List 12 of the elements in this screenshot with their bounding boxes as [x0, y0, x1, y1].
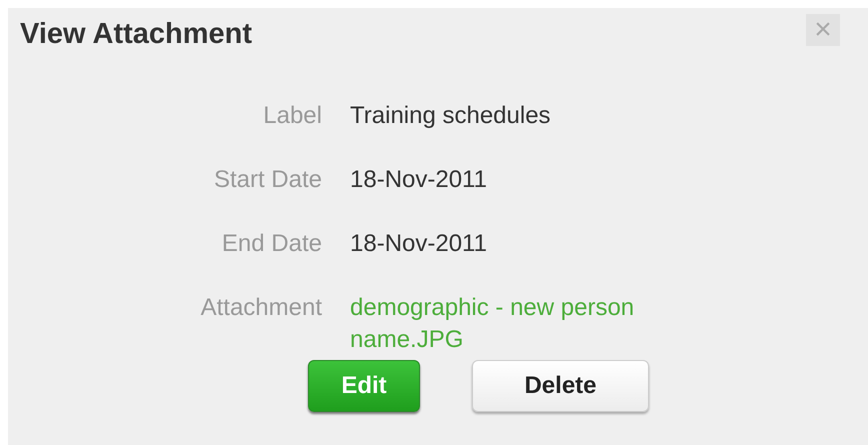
close-button[interactable]: ×: [806, 14, 840, 46]
field-label: Label: [262, 101, 322, 131]
field-value: 18-Nov-2011: [350, 165, 488, 195]
field-label: Start Date: [212, 165, 322, 195]
dialog-title: View Attachment: [20, 18, 252, 51]
field-value: Training schedules: [350, 101, 552, 131]
attachment-link[interactable]: demographic - new person name.JPG: [350, 292, 740, 356]
field-label: Attachment: [200, 293, 322, 323]
field-label: End Date: [220, 229, 322, 259]
delete-button[interactable]: Delete: [472, 360, 649, 412]
edit-button[interactable]: Edit: [308, 360, 420, 412]
field-value: 18-Nov-2011: [350, 229, 488, 259]
